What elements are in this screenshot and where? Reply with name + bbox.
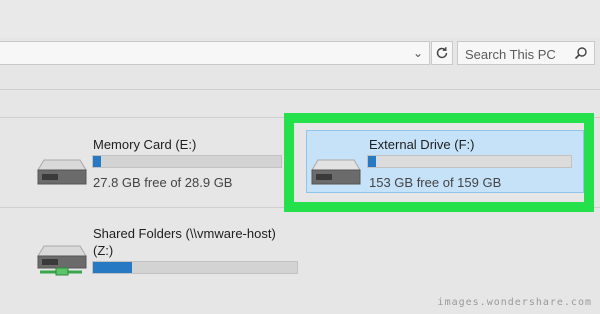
usage-bar <box>367 155 572 168</box>
hard-drive-icon <box>311 159 361 185</box>
network-drive-icon <box>37 245 87 276</box>
drive-name: Memory Card (E:) <box>93 137 197 152</box>
hard-drive-icon <box>37 159 87 185</box>
usage-fill <box>93 262 132 273</box>
drive-free-space: 153 GB free of 159 GB <box>369 175 502 190</box>
refresh-button[interactable] <box>431 41 453 65</box>
chevron-down-icon[interactable]: ⌄ <box>413 46 423 60</box>
search-icon[interactable] <box>574 46 588 60</box>
usage-fill <box>368 156 377 167</box>
search-placeholder: Search This PC <box>465 47 556 62</box>
drive-letter: (Z:) <box>93 243 114 258</box>
top-strip <box>0 0 600 38</box>
address-bar[interactable]: ⌄ <box>0 41 430 65</box>
search-input[interactable]: Search This PC <box>457 41 595 65</box>
usage-bar <box>92 261 298 274</box>
refresh-icon <box>436 47 448 59</box>
drive-name: Shared Folders (\\vmware-host) <box>93 226 276 241</box>
usage-fill <box>93 156 101 167</box>
drive-name: External Drive (F:) <box>369 137 475 152</box>
divider <box>0 89 600 90</box>
drive-free-space: 27.8 GB free of 28.9 GB <box>93 175 233 190</box>
usage-bar <box>92 155 282 168</box>
watermark: images.wondershare.com <box>437 297 592 308</box>
